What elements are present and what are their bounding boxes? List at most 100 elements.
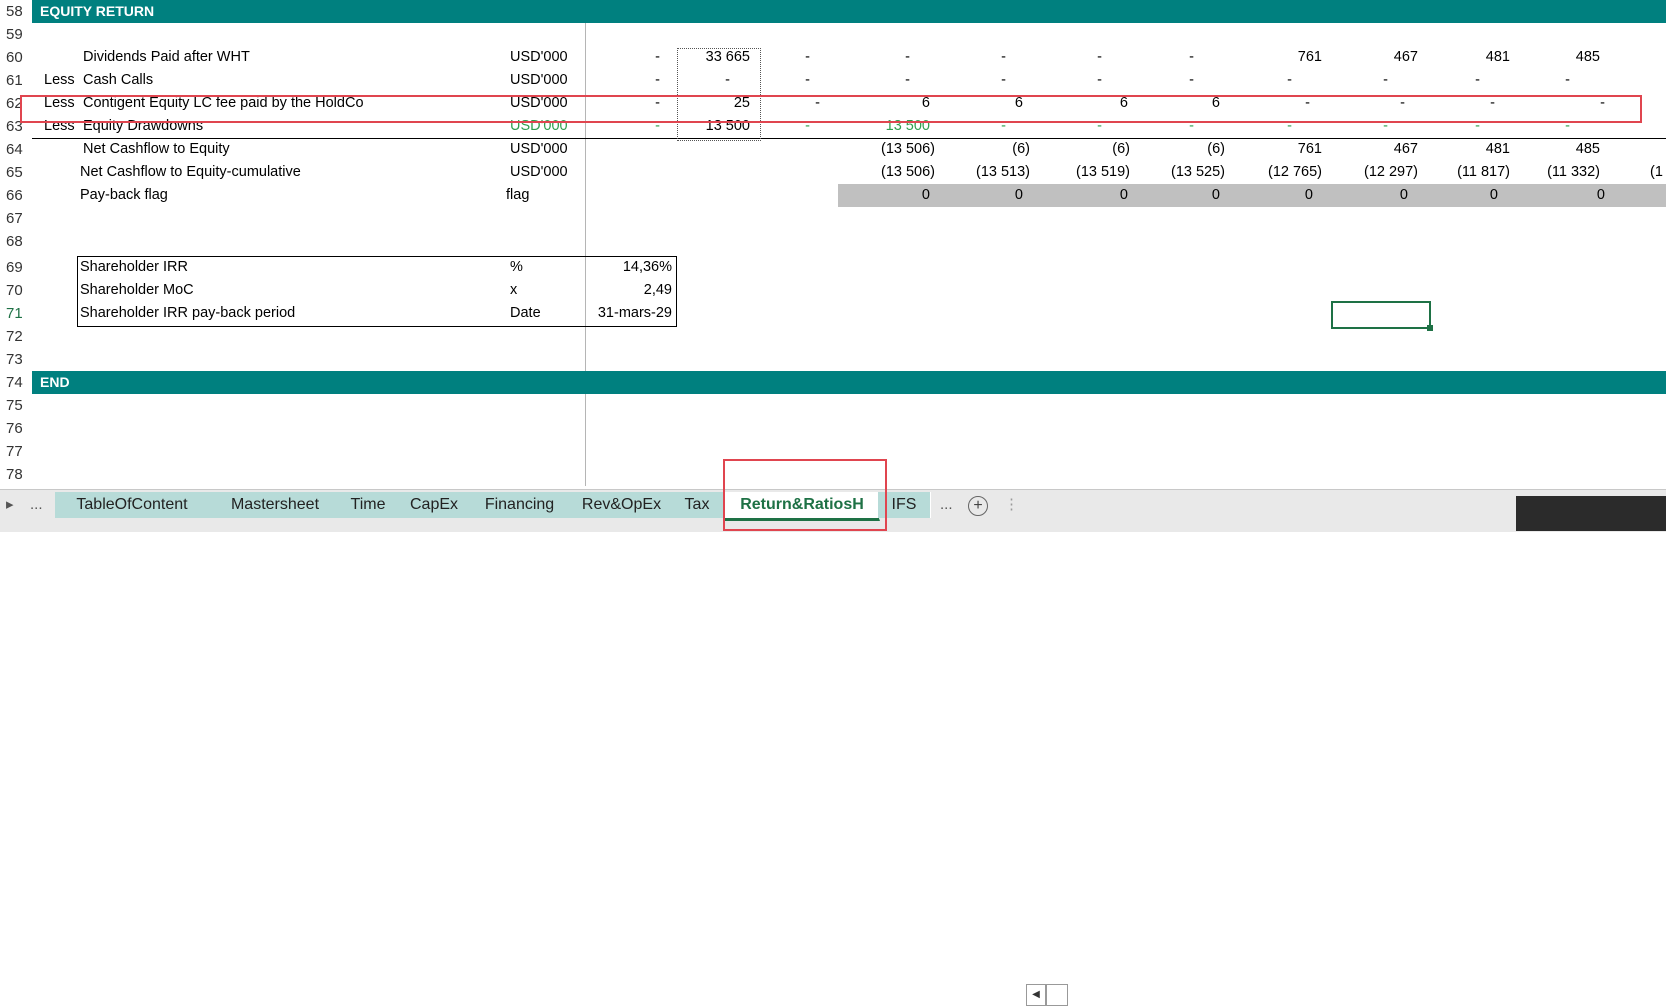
hscroll-thumb[interactable] <box>1046 984 1068 1006</box>
row-header[interactable]: 76 <box>0 417 38 440</box>
row-label[interactable]: Net Cashflow to Equity-cumulative <box>80 161 301 184</box>
value-cell[interactable]: 485 <box>1540 46 1600 69</box>
value-cell[interactable]: 481 <box>1450 46 1510 69</box>
splitter-dots-icon[interactable]: ⋮ <box>1004 492 1019 518</box>
value-cell[interactable]: - <box>1262 69 1292 92</box>
tab-mastersheet[interactable]: Mastersheet <box>207 492 344 518</box>
value-cell[interactable]: 0 <box>1190 184 1220 207</box>
value-cell[interactable]: 0 <box>1378 184 1408 207</box>
row-unit[interactable]: USD'000 <box>510 138 568 161</box>
value-cell[interactable]: - <box>1450 69 1480 92</box>
value-cell[interactable]: (12 765) <box>1235 161 1322 184</box>
value-cell[interactable]: - <box>880 46 910 69</box>
row-header[interactable]: 77 <box>0 440 38 463</box>
value-cell[interactable]: - <box>600 46 660 69</box>
value-cell[interactable]: 481 <box>1450 138 1510 161</box>
tabs-more-right[interactable]: ... <box>940 492 953 518</box>
row-shareholder-irr[interactable]: Shareholder IRR % 14,36% <box>0 256 1666 279</box>
kpi-label[interactable]: Shareholder IRR pay-back period <box>80 302 295 325</box>
row-header[interactable]: 68 <box>0 230 38 253</box>
value-cell[interactable]: - <box>976 46 1006 69</box>
add-sheet-icon[interactable]: + <box>968 496 988 516</box>
value-cell[interactable]: 485 <box>1540 138 1600 161</box>
scroll-tabs-left-icon[interactable]: ▸ <box>6 492 14 518</box>
value-cell[interactable]: - <box>1072 46 1102 69</box>
kpi-value[interactable]: 31-mars-29 <box>590 302 672 325</box>
value-cell[interactable]: (12 297) <box>1330 161 1418 184</box>
row-cash-calls[interactable]: Less Cash Calls USD'000 - - - - - - - - … <box>0 69 1666 92</box>
value-cell[interactable]: (6) <box>960 138 1030 161</box>
row-label[interactable]: Dividends Paid after WHT <box>83 46 250 69</box>
row-unit[interactable]: USD'000 <box>510 46 568 69</box>
row-header[interactable]: 72 <box>0 325 38 348</box>
value-cell[interactable]: 0 <box>1468 184 1498 207</box>
row-label[interactable]: Cash Calls <box>83 69 153 92</box>
value-cell[interactable]: - <box>1072 69 1102 92</box>
row-header[interactable]: 78 <box>0 463 38 486</box>
value-cell[interactable]: - <box>976 69 1006 92</box>
tabs-more-left[interactable]: ... <box>30 492 43 518</box>
row-header[interactable]: 59 <box>0 23 38 46</box>
value-cell[interactable]: - <box>780 46 810 69</box>
row-shareholder-moc[interactable]: Shareholder MoC x 2,49 <box>0 279 1666 302</box>
kpi-label[interactable]: Shareholder IRR <box>80 256 188 279</box>
value-cell[interactable]: (13 506) <box>850 138 935 161</box>
row-unit[interactable]: USD'000 <box>510 161 568 184</box>
value-cell[interactable]: 761 <box>1262 46 1322 69</box>
value-cell[interactable]: (11 332) <box>1510 161 1600 184</box>
tab-rev-opex[interactable]: Rev&OpEx <box>563 492 681 518</box>
kpi-unit[interactable]: Date <box>510 302 541 325</box>
band-fill <box>32 371 1666 394</box>
value-cell[interactable]: - <box>1164 69 1194 92</box>
value-cell[interactable]: 0 <box>1098 184 1128 207</box>
value-cell[interactable]: - <box>1358 69 1388 92</box>
row-label[interactable]: Net Cashflow to Equity <box>83 138 230 161</box>
value-cell[interactable]: - <box>600 69 660 92</box>
value-cell[interactable]: (13 513) <box>945 161 1030 184</box>
value-cell[interactable]: - <box>780 69 810 92</box>
value-cell[interactable]: - <box>1540 69 1570 92</box>
selected-cell[interactable] <box>1331 301 1433 331</box>
row-header[interactable]: 67 <box>0 207 38 230</box>
kpi-value[interactable]: 14,36% <box>590 256 672 279</box>
row-dividends[interactable]: Dividends Paid after WHT USD'000 - 33 66… <box>0 46 1666 69</box>
value-cell[interactable]: (13 506) <box>850 161 935 184</box>
fill-handle[interactable] <box>1427 325 1433 331</box>
row-header[interactable]: 73 <box>0 348 38 371</box>
value-cell[interactable]: (6) <box>1155 138 1225 161</box>
row-net-cashflow-cumulative[interactable]: Net Cashflow to Equity-cumulative USD'00… <box>0 161 1666 184</box>
value-cell[interactable]: 467 <box>1358 46 1418 69</box>
tab-financing[interactable]: Financing <box>464 492 576 518</box>
value-cell[interactable]: (13 525) <box>1140 161 1225 184</box>
value-cell[interactable]: 761 <box>1262 138 1322 161</box>
kpi-label[interactable]: Shareholder MoC <box>80 279 194 302</box>
value-cell[interactable]: 0 <box>1283 184 1313 207</box>
section-band-end: END <box>0 371 1666 394</box>
row-unit[interactable]: USD'000 <box>510 69 568 92</box>
value-cell[interactable]: (13 519) <box>1045 161 1130 184</box>
hscroll-left-icon[interactable]: ◀ <box>1026 984 1046 1006</box>
value-cell[interactable]: (11 817) <box>1422 161 1510 184</box>
value-cell[interactable]: - <box>1164 46 1194 69</box>
spreadsheet-grid[interactable]: 58 59 60 61 62 63 64 65 66 67 68 69 70 71 72 73 74 75 76 77… <box>0 0 1666 486</box>
row-unit[interactable]: flag <box>506 184 529 207</box>
row-header[interactable]: 75 <box>0 394 38 417</box>
value-cell[interactable]: - <box>880 69 910 92</box>
row-prefix[interactable]: Less <box>44 69 75 92</box>
tab-tableofcontent[interactable]: TableOfContent <box>55 492 210 518</box>
row-payback-flag[interactable]: Pay-back flag flag 0 0 0 0 0 0 0 0 <box>0 184 1666 207</box>
kpi-unit[interactable]: % <box>510 256 523 279</box>
value-cell[interactable]: 0 <box>1575 184 1605 207</box>
row-label[interactable]: Pay-back flag <box>80 184 168 207</box>
value-cell[interactable]: (6) <box>1060 138 1130 161</box>
value-cell[interactable]: 467 <box>1358 138 1418 161</box>
kpi-unit[interactable]: x <box>510 279 517 302</box>
flag-shading <box>838 184 1666 207</box>
section-title: END <box>40 374 70 390</box>
row-net-cashflow-to-equity[interactable]: Net Cashflow to Equity USD'000 (13 506) … <box>0 138 1666 161</box>
value-cell[interactable]: 0 <box>993 184 1023 207</box>
tab-tax[interactable]: Tax <box>668 492 727 518</box>
value-cell[interactable]: 0 <box>900 184 930 207</box>
value-cell-clipped[interactable]: (1 <box>1650 161 1663 184</box>
kpi-value[interactable]: 2,49 <box>590 279 672 302</box>
